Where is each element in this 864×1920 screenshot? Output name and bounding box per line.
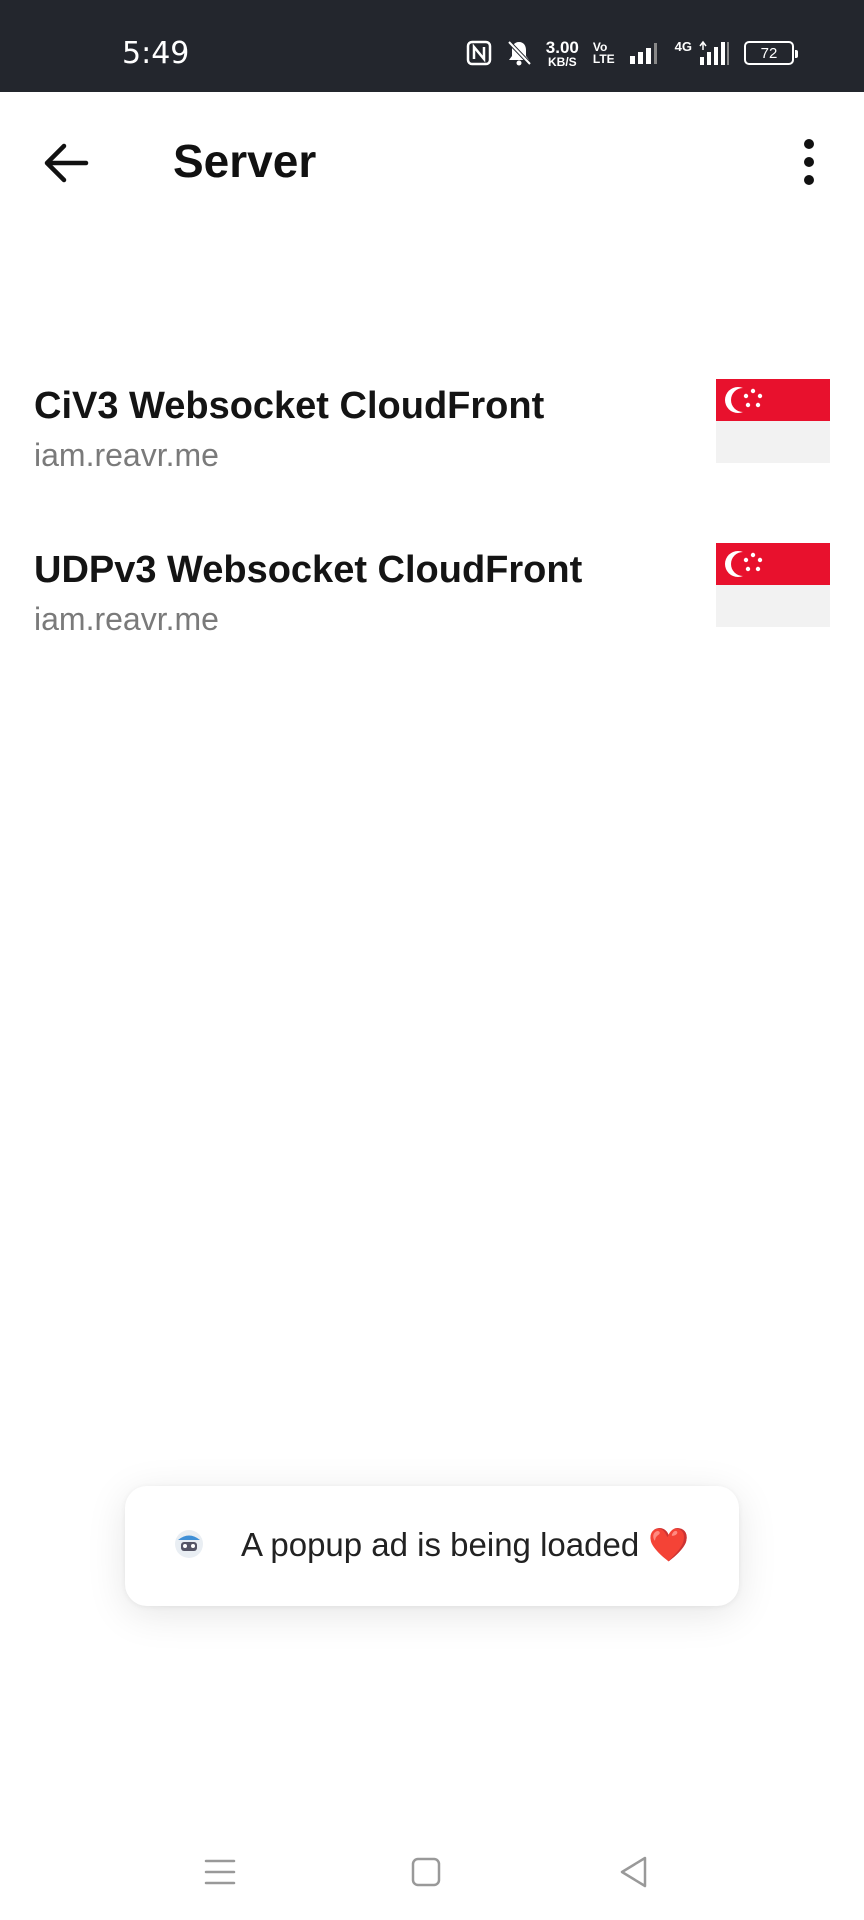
server-name: UDPv3 Websocket CloudFront bbox=[34, 549, 583, 591]
network-speed: 3.00 KB/S bbox=[546, 39, 579, 68]
square-icon bbox=[411, 1857, 441, 1887]
signal-icon-2 bbox=[699, 40, 729, 65]
server-item[interactable]: UDPv3 Websocket CloudFront iam.reavr.me bbox=[0, 539, 864, 669]
server-item[interactable]: CiV3 Websocket CloudFront iam.reavr.me bbox=[0, 375, 864, 505]
back-button[interactable] bbox=[38, 134, 96, 192]
bell-muted-icon bbox=[507, 40, 532, 66]
toast-text: A popup ad is being loaded ❤️ bbox=[241, 1526, 690, 1563]
more-vertical-icon bbox=[804, 139, 814, 185]
toast-message: A popup ad is being loaded ❤️ bbox=[125, 1486, 739, 1606]
nfc-icon bbox=[466, 40, 492, 66]
screen: 5:49 3.00 KB/S Vo LTE 4G 72 Server CiV3 … bbox=[0, 0, 864, 1920]
page-title: Server bbox=[173, 135, 317, 187]
battery-indicator: 72 bbox=[744, 41, 798, 65]
home-button[interactable] bbox=[404, 1850, 448, 1894]
system-back-button[interactable] bbox=[612, 1850, 656, 1894]
arrow-left-icon bbox=[44, 143, 89, 183]
singapore-flag-icon bbox=[716, 379, 830, 463]
volte-indicator: Vo LTE bbox=[593, 41, 615, 65]
network-speed-value: 3.00 bbox=[545, 37, 579, 57]
battery-level: 72 bbox=[760, 44, 778, 62]
signal-icon bbox=[629, 43, 657, 64]
server-name: CiV3 Websocket CloudFront bbox=[34, 385, 545, 427]
menu-icon bbox=[204, 1859, 236, 1885]
status-bar: 5:49 3.00 KB/S Vo LTE 4G 72 bbox=[0, 0, 864, 92]
volte-bottom: LTE bbox=[592, 52, 615, 66]
recent-apps-button[interactable] bbox=[198, 1850, 242, 1894]
more-options-button[interactable] bbox=[794, 134, 824, 192]
server-host: iam.reavr.me bbox=[34, 601, 219, 637]
status-icons: 3.00 KB/S Vo LTE 4G 72 bbox=[466, 38, 798, 68]
network-type: 4G bbox=[674, 38, 692, 54]
triangle-back-icon bbox=[620, 1856, 647, 1888]
singapore-flag-icon bbox=[716, 543, 830, 627]
app-bar: Server bbox=[0, 92, 864, 228]
status-time: 5:49 bbox=[122, 36, 190, 71]
navigation-bar bbox=[0, 1820, 864, 1920]
server-host: iam.reavr.me bbox=[34, 437, 219, 473]
app-logo-icon bbox=[175, 1530, 203, 1558]
network-speed-unit: KB/S bbox=[547, 54, 577, 69]
